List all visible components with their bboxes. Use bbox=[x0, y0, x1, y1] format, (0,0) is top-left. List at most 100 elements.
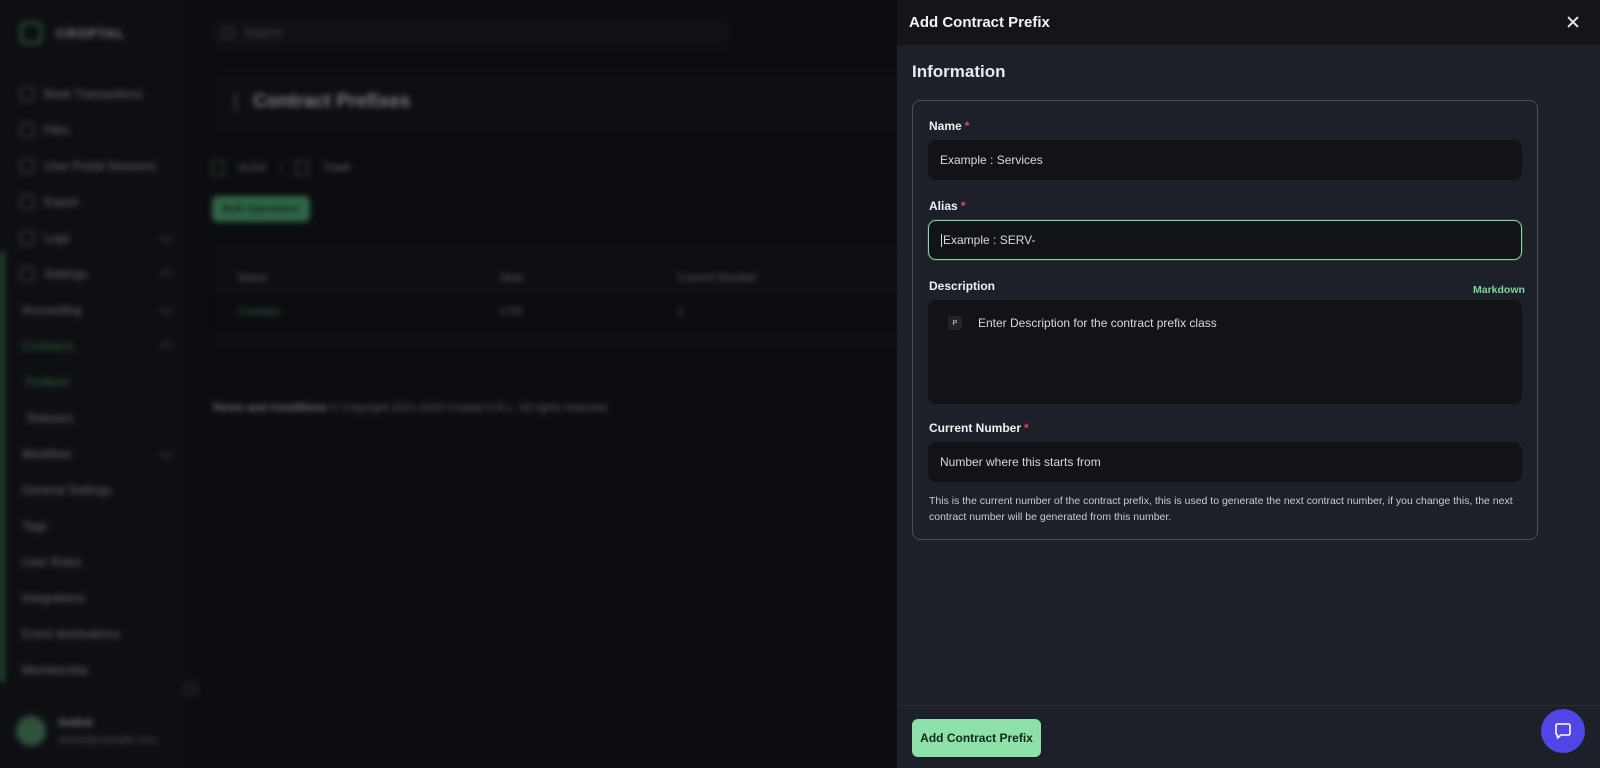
description-label: Description bbox=[929, 279, 996, 293]
logo-icon bbox=[20, 22, 42, 44]
sidebar-item-statuses[interactable]: Statuses bbox=[0, 400, 190, 436]
current-number-input[interactable]: Number where this starts from bbox=[928, 442, 1522, 482]
sidebar-item-label: Event destinations bbox=[22, 627, 121, 641]
drawer-title: Add Contract Prefix bbox=[909, 14, 1050, 31]
search-icon bbox=[222, 27, 234, 39]
sidebar-item-settings[interactable]: Settings bbox=[0, 256, 190, 292]
trash-button[interactable]: Trash bbox=[323, 162, 351, 174]
sidebar-item-label: User Roles bbox=[22, 555, 82, 569]
sidebar-item-label: User Portal Sessions bbox=[44, 159, 157, 173]
sidebar-item-contracts[interactable]: Contracts bbox=[0, 328, 190, 364]
prefixes-table: Name Alias Current Number Contract CTR 1 bbox=[212, 246, 912, 350]
sidebar-item-bank-transactions[interactable]: Bank Transactions bbox=[0, 76, 190, 112]
required-marker: * bbox=[964, 119, 970, 133]
required-marker: * bbox=[1024, 421, 1029, 435]
brand-name: CROPTAL bbox=[56, 25, 125, 41]
drag-handle-icon bbox=[234, 95, 237, 109]
logs-icon bbox=[20, 231, 34, 245]
sidebar-item-label: Bank Transactions bbox=[44, 87, 143, 101]
chevron-down-icon bbox=[160, 447, 172, 459]
information-form: Name * Example : Services Alias * Example … bbox=[912, 100, 1538, 540]
search-placeholder: Search bbox=[244, 26, 283, 40]
current-number-label-text: Current Number bbox=[929, 421, 1022, 435]
current-number-placeholder: Number where this starts from bbox=[940, 455, 1101, 469]
chevron-down-icon bbox=[160, 303, 172, 315]
bulk-operations-button[interactable]: Bulk Operations bbox=[212, 196, 310, 222]
current-number-label: Current Number * bbox=[929, 421, 1029, 435]
column-header-alias[interactable]: Alias bbox=[500, 272, 524, 284]
chevron-up-icon bbox=[160, 270, 172, 282]
sidebar-item-event-destinations[interactable]: Event destinations bbox=[0, 616, 190, 652]
sidebar-item-label: Contracts bbox=[22, 339, 74, 353]
current-number-help: This is the current number of the contra… bbox=[929, 495, 1513, 523]
export-xlsx-button[interactable]: XLSX bbox=[238, 162, 266, 174]
add-contract-prefix-button[interactable]: Add Contract Prefix bbox=[912, 719, 1041, 757]
brand-logo[interactable]: CROPTAL bbox=[20, 22, 125, 44]
bank-icon bbox=[20, 87, 34, 101]
section-title: Information bbox=[912, 62, 1006, 81]
session-icon bbox=[20, 159, 34, 173]
table-header: Name Alias Current Number bbox=[212, 262, 912, 292]
chat-icon bbox=[1555, 723, 1571, 739]
user-email: andrei@example.com... bbox=[58, 734, 164, 746]
column-header-name[interactable]: Name bbox=[238, 272, 267, 284]
terms-link[interactable]: Terms and Conditions bbox=[212, 402, 327, 414]
sidebar-item-label: Integrations bbox=[22, 591, 85, 605]
drawer-footer: Add Contract Prefix bbox=[897, 705, 1600, 768]
column-header-current-number[interactable]: Current Number bbox=[678, 272, 757, 284]
description-editor[interactable]: P Enter Description for the contract pre… bbox=[928, 300, 1522, 404]
sidebar-item-label: Tags bbox=[22, 519, 48, 533]
alias-label: Alias * bbox=[929, 199, 965, 213]
chat-button[interactable] bbox=[1541, 709, 1585, 753]
sidebar-item-accounting[interactable]: Accounting bbox=[0, 292, 190, 328]
copyright-text: © Copyright 2021-2024 Croptal S.R.L. All… bbox=[330, 402, 610, 414]
alias-input[interactable]: Example : SERV- bbox=[928, 220, 1522, 260]
sidebar-item-export[interactable]: Export bbox=[0, 184, 190, 220]
sidebar-collapse-button[interactable] bbox=[182, 680, 200, 698]
user-profile[interactable]: Andrei andrei@example.com... bbox=[16, 716, 164, 746]
sidebar-item-label: Accounting bbox=[22, 303, 82, 317]
sidebar-item-files[interactable]: Files bbox=[0, 112, 190, 148]
sidebar-item-logs[interactable]: Logs bbox=[0, 220, 190, 256]
row-current-number: 1 bbox=[678, 306, 685, 318]
sidebar-item-integrations[interactable]: Integrations bbox=[0, 580, 190, 616]
required-marker: * bbox=[960, 199, 966, 213]
sidebar-item-user-roles[interactable]: User Roles bbox=[0, 544, 190, 580]
sidebar-item-user-portal-sessions[interactable]: User Portal Sessions bbox=[0, 148, 190, 184]
global-search[interactable]: Search bbox=[212, 18, 730, 48]
sidebar-item-tags[interactable]: Tags bbox=[0, 508, 190, 544]
row-alias: CTR bbox=[500, 306, 523, 318]
trash-icon bbox=[295, 160, 310, 176]
sidebar-item-general-settings[interactable]: General Settings bbox=[0, 472, 190, 508]
page-footer: Terms and Conditions © Copyright 2021-20… bbox=[212, 402, 610, 414]
name-placeholder: Example : Services bbox=[940, 153, 1043, 167]
sidebar-nav: Bank Transactions Files User Portal Sess… bbox=[0, 76, 190, 688]
sidebar-item-label: Export bbox=[44, 195, 79, 209]
export-icon bbox=[20, 195, 34, 209]
drawer-header: Add Contract Prefix bbox=[897, 0, 1600, 45]
file-icon bbox=[20, 123, 34, 137]
sidebar-item-label: Settings bbox=[44, 267, 88, 281]
sidebar-item-label: Membership bbox=[22, 663, 89, 677]
table-row[interactable]: Contract CTR 1 bbox=[212, 296, 912, 330]
spreadsheet-icon bbox=[212, 160, 224, 176]
row-name[interactable]: Contract bbox=[238, 306, 280, 318]
sidebar-item-label: Prefixes bbox=[26, 375, 70, 389]
description-placeholder: Enter Description for the contract prefi… bbox=[978, 316, 1217, 330]
chevron-down-icon bbox=[160, 231, 172, 243]
paragraph-block-icon[interactable]: P bbox=[948, 316, 962, 330]
alias-placeholder: Example : SERV- bbox=[943, 233, 1036, 247]
sidebar-item-membership[interactable]: Membership bbox=[0, 652, 190, 688]
sidebar-item-workflow[interactable]: Workflow bbox=[0, 436, 190, 472]
name-input[interactable]: Example : Services bbox=[928, 140, 1522, 180]
sidebar-item-label: Logs bbox=[44, 231, 71, 245]
name-label: Name * bbox=[929, 119, 969, 133]
sidebar-item-prefixes[interactable]: Prefixes bbox=[0, 364, 190, 400]
settings-icon bbox=[20, 267, 34, 281]
close-icon[interactable] bbox=[1563, 12, 1583, 32]
sidebar-item-label: Statuses bbox=[26, 411, 73, 425]
table-toolbar: XLSX Trash bbox=[212, 160, 351, 176]
markdown-toggle[interactable]: Markdown bbox=[1473, 284, 1525, 296]
sidebar-item-label: Files bbox=[44, 123, 70, 137]
page-header: Contract Prefixes bbox=[212, 72, 912, 132]
